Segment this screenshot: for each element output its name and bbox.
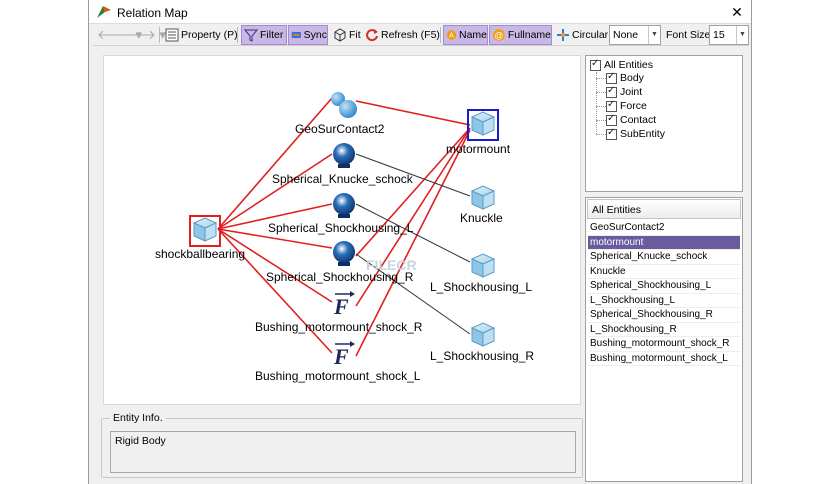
body-cube-icon[interactable]: [470, 253, 496, 278]
property-button[interactable]: Property (P): [163, 25, 238, 45]
refresh-icon: [366, 29, 378, 42]
entity-info-value: Rigid Body: [110, 431, 576, 473]
node-label-knuckle[interactable]: Knuckle: [460, 211, 503, 225]
font-size-select[interactable]: 15 ▼: [709, 25, 749, 45]
tree-item-joint[interactable]: Joint: [606, 85, 643, 98]
list-item[interactable]: L_Shockhousing_R: [588, 323, 740, 337]
tree-item-subentity[interactable]: SubEntity: [606, 127, 665, 140]
checkbox[interactable]: [606, 85, 617, 98]
tree-item-body[interactable]: Body: [606, 71, 644, 84]
font-size-label: Font Size: [666, 29, 711, 41]
relation-map-canvas[interactable]: F F FILECR GeoSurContact2 motormount Sph…: [103, 55, 581, 405]
filter-button[interactable]: Filter: [241, 25, 287, 45]
list-item[interactable]: Spherical_Shockhousing_L: [588, 279, 740, 294]
contact-sphere-icon[interactable]: [331, 92, 357, 118]
node-label-motormount[interactable]: motormount: [446, 142, 510, 156]
force-icon[interactable]: F: [333, 341, 355, 369]
tree-item-contact[interactable]: Contact: [606, 113, 657, 126]
entity-info-legend: Entity Info.: [110, 412, 166, 424]
list-item[interactable]: Bushing_motormount_shock_R: [588, 337, 740, 352]
tree-item-label: Force: [620, 100, 647, 112]
list-item[interactable]: GeoSurContact2: [588, 221, 740, 236]
font-size-value: 15: [713, 29, 725, 41]
name-button[interactable]: A Name: [443, 25, 488, 45]
app-logo-icon: [97, 6, 111, 18]
spherical-joint-icon[interactable]: [333, 143, 355, 168]
body-cube-icon[interactable]: [189, 215, 221, 247]
window-title: Relation Map: [117, 6, 188, 20]
tree-item-all-entities[interactable]: All Entities: [590, 58, 654, 71]
name-icon: A: [446, 30, 457, 40]
property-label: Property (P): [181, 29, 238, 41]
layout-select-value: None: [613, 29, 639, 41]
sync-icon: [291, 31, 301, 39]
fullname-label: Fullname: [507, 29, 551, 41]
fit-icon: [334, 28, 346, 42]
svg-text:F: F: [333, 344, 349, 369]
tree-item-label: Body: [620, 72, 644, 84]
list-item[interactable]: L_Shockhousing_L: [588, 294, 740, 308]
fullname-button[interactable]: @ Fullname: [489, 25, 552, 45]
relation-map-window: Relation Map ✕ 🡐 ▾ 🡒 ▾ Property (P) Filt…: [88, 0, 752, 484]
spherical-joint-icon[interactable]: [333, 241, 355, 266]
tree-item-label: Joint: [620, 86, 643, 98]
entity-info-group: Entity Info. Rigid Body: [101, 412, 583, 478]
body-cube-icon[interactable]: [467, 109, 499, 141]
filter-icon: [244, 29, 258, 42]
svg-text:A: A: [449, 33, 454, 40]
name-label: Name: [458, 29, 487, 41]
property-icon: [165, 28, 179, 42]
title-bar: Relation Map ✕: [89, 0, 751, 24]
entity-list: All Entities GeoSurContact2 motormount S…: [585, 197, 743, 482]
refresh-label: Refresh (F5): [381, 29, 440, 41]
list-item-selected[interactable]: motormount: [588, 235, 740, 250]
layout-select[interactable]: None ▼: [609, 25, 661, 45]
list-item[interactable]: Spherical_Knucke_schock: [588, 250, 740, 265]
node-label-geosurcontact[interactable]: GeoSurContact2: [295, 122, 384, 136]
entity-filter-tree: All Entities Body Joint Force Contact Su…: [585, 55, 743, 192]
node-label-shockballbearing[interactable]: shockballbearing: [155, 247, 245, 261]
fit-label: Fit: [349, 29, 361, 41]
spherical-joint-icon[interactable]: [333, 193, 355, 218]
checkbox[interactable]: [606, 127, 617, 140]
circular-label: Circular: [572, 29, 609, 41]
close-button[interactable]: ✕: [727, 2, 747, 22]
list-item[interactable]: Bushing_motormount_shock_L: [588, 352, 740, 366]
tree-item-label: Contact: [620, 114, 657, 126]
sync-label: Sync: [303, 29, 327, 41]
checkbox[interactable]: [590, 58, 601, 71]
circular-icon: [557, 29, 569, 41]
body-cube-icon[interactable]: [470, 322, 496, 347]
svg-text:@: @: [494, 30, 503, 40]
node-label-l-shock-1[interactable]: L_Shockhousing_L: [430, 280, 532, 294]
chevron-down-icon: ▼: [648, 26, 660, 44]
tree-item-label: All Entities: [604, 59, 654, 71]
checkbox[interactable]: [606, 99, 617, 112]
body-cube-icon[interactable]: [470, 185, 496, 210]
fullname-icon: @: [492, 29, 505, 41]
circular-button[interactable]: Circular: [554, 25, 608, 45]
list-item[interactable]: Spherical_Shockhousing_R: [588, 308, 740, 323]
node-label-spherical-knucke[interactable]: Spherical_Knucke_schock: [272, 172, 413, 186]
list-item[interactable]: Knuckle: [588, 265, 740, 279]
filter-label: Filter: [260, 29, 284, 41]
node-label-spherical-shock-l[interactable]: Spherical_Shockhousing_L: [268, 221, 413, 235]
node-label-bushing-r[interactable]: Bushing_motormount_shock_R: [255, 320, 422, 334]
sync-button[interactable]: Sync: [288, 25, 328, 45]
checkbox[interactable]: [606, 71, 617, 84]
tree-item-label: SubEntity: [620, 128, 665, 140]
node-label-spherical-shock-r[interactable]: Spherical_Shockhousing_R: [266, 270, 413, 284]
chevron-down-icon: ▼: [736, 26, 748, 44]
toolbar: 🡐 ▾ 🡒 ▾ Property (P) Filter Sync Fit Ref…: [93, 24, 749, 46]
fit-button[interactable]: Fit: [331, 25, 361, 45]
node-label-bushing-l[interactable]: Bushing_motormount_shock_L: [255, 369, 420, 383]
refresh-button[interactable]: Refresh (F5): [363, 25, 440, 45]
list-header[interactable]: All Entities: [587, 199, 741, 219]
force-icon[interactable]: F: [333, 291, 355, 319]
node-label-l-shock-2[interactable]: L_Shockhousing_R: [430, 349, 534, 363]
checkbox[interactable]: [606, 113, 617, 126]
tree-item-force[interactable]: Force: [606, 99, 647, 112]
svg-text:F: F: [333, 294, 349, 319]
